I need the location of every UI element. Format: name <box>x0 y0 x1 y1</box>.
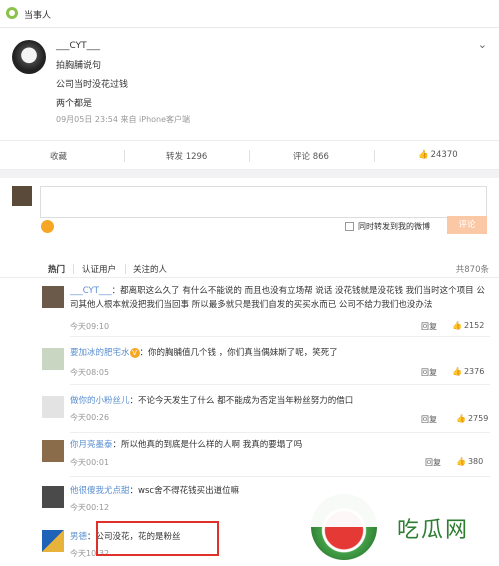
comment-text: 你月亮墨泰：所以他真的到底是什么样的人啊 我真的要塌了吗 <box>70 438 490 452</box>
thumbs-up-icon: 👍 <box>452 367 462 376</box>
comment-body: ：wsc舍不得花钱买出道位嘛 <box>129 486 240 496</box>
divider <box>70 384 490 385</box>
commenter-name[interactable]: ___CYT___ <box>70 286 112 296</box>
comment-time: 今天00:12 <box>70 503 110 512</box>
comment-text: ___CYT___：都离职这么久了 有什么不能说的 而且也没有立场帮 说话 没花… <box>70 284 490 312</box>
thumbs-up-icon: 👍 <box>456 457 466 466</box>
chevron-down-icon[interactable]: ⌄ <box>478 38 487 51</box>
comment-button[interactable]: 评论 866 <box>293 150 329 162</box>
topbar-label: 当事人 <box>24 11 52 21</box>
like-button[interactable]: 👍 2376 <box>452 367 484 376</box>
comment-text: 要加冰的肥宅水 V ：你的胸脯值几个钱 ，你们真当偶妹斯了呢，笑死了 <box>70 346 490 360</box>
comment-text: 做你的小粉丝儿：不论今天发生了什么 都不能成为否定当年粉丝努力的借口 <box>70 394 490 408</box>
watermark-text: 吃瓜网 <box>397 518 470 543</box>
comment-body: ：都离职这么久了 有什么不能说的 而且也没有立场帮 说话 没花钱就是没花钱 我们… <box>70 286 485 310</box>
reply-button[interactable]: 回复 <box>425 457 441 468</box>
weibo-post: ___CYT___ ⌄ 拍胸脯说句 公司当时没花过钱 两个都是 09月05日 2… <box>0 28 499 140</box>
highlight-box <box>96 521 219 556</box>
post-meta: 09月05日 23:54 来自 iPhone客户端 <box>56 115 191 124</box>
divider <box>73 264 74 274</box>
reply-button[interactable]: 回复 <box>421 367 437 378</box>
comment-composer: 同时转发到我的微博 评论 <box>0 178 499 248</box>
tab-verified[interactable]: 认证用户 <box>82 263 116 275</box>
reply-button[interactable]: 回复 <box>421 321 437 332</box>
commenter-avatar[interactable] <box>42 440 64 462</box>
emoji-icon[interactable] <box>41 220 54 233</box>
like-count: 2759 <box>467 414 489 423</box>
section-gap <box>0 170 499 178</box>
like-button[interactable]: 👍 380 <box>456 457 483 466</box>
collect-button[interactable]: 收藏 <box>50 150 67 162</box>
comment-body: ：所以他真的到底是什么样的人啊 我真的要塌了吗 <box>112 440 303 450</box>
like-count: 380 <box>467 457 484 466</box>
comment-body: ：你的胸脯值几个钱 ，你们真当偶妹斯了呢，笑死了 <box>139 348 338 358</box>
comment-item: 做你的小粉丝儿：不论今天发生了什么 都不能成为否定当年粉丝努力的借口 今天00:… <box>0 394 499 434</box>
post-line-2: 公司当时没花过钱 <box>56 80 129 90</box>
comment-item: 要加冰的肥宅水 V ：你的胸脯值几个钱 ，你们真当偶妹斯了呢，笑死了 今天08:05… <box>0 346 499 386</box>
commenter-avatar[interactable] <box>42 348 64 370</box>
submit-comment-button[interactable]: 评论 <box>447 216 487 234</box>
thumbs-up-icon: 👍 <box>456 414 466 423</box>
commenter-avatar[interactable] <box>42 286 64 308</box>
comment-total: 共870条 <box>455 265 489 275</box>
my-avatar <box>12 186 32 206</box>
divider <box>249 150 250 162</box>
repost-button[interactable]: 转发 1296 <box>166 150 207 162</box>
topbar: 当事人 <box>0 0 499 28</box>
commenter-name[interactable]: 他很傻我尤点甜 <box>70 486 130 496</box>
comment-item: ___CYT___：都离职这么久了 有什么不能说的 而且也没有立场帮 说话 没花… <box>0 284 499 340</box>
watermelon-icon <box>311 494 377 560</box>
repost-checkbox[interactable] <box>345 222 354 231</box>
thumbs-up-icon: 👍 <box>452 321 462 330</box>
like-count: 2376 <box>463 367 485 376</box>
location-icon <box>6 7 18 19</box>
like-button[interactable]: 👍 2759 <box>456 414 488 423</box>
thumbs-up-icon: 👍 <box>418 150 429 160</box>
comment-time: 今天08:05 <box>70 368 110 377</box>
avatar[interactable] <box>12 40 46 74</box>
reply-button[interactable]: 回复 <box>421 414 437 425</box>
verified-badge-icon: V <box>129 347 140 358</box>
divider <box>70 476 490 477</box>
comment-time: 今天09:10 <box>70 322 110 331</box>
comment-time: 今天00:26 <box>70 413 110 422</box>
divider <box>124 150 125 162</box>
commenter-avatar[interactable] <box>42 530 64 552</box>
divider <box>125 264 126 274</box>
repost-checkbox-label: 同时转发到我的微博 <box>358 222 430 231</box>
like-count: 2152 <box>463 321 485 330</box>
like-button[interactable]: 👍 24370 <box>418 150 458 160</box>
post-line-1: 拍胸脯说句 <box>56 61 102 71</box>
divider <box>374 150 375 162</box>
divider <box>70 432 490 433</box>
comment-body: ：不论今天发生了什么 都不能成为否定当年粉丝努力的借口 <box>129 396 354 406</box>
watermark-logo: 吃瓜网 <box>299 490 499 566</box>
comment-time: 今天00:01 <box>70 458 110 467</box>
commenter-name[interactable]: 男德 <box>70 532 87 542</box>
post-username[interactable]: ___CYT___ <box>56 41 100 51</box>
divider <box>70 336 490 337</box>
comment-tabs: 热门 认证用户 关注的人 共870条 <box>0 258 499 278</box>
post-line-3: 两个都是 <box>56 99 93 109</box>
comment-input[interactable] <box>40 186 487 218</box>
tab-hot[interactable]: 热门 <box>48 263 65 275</box>
comment-item: 你月亮墨泰：所以他真的到底是什么样的人啊 我真的要塌了吗 今天00:01 回复 … <box>0 438 499 478</box>
action-bar: 收藏 转发 1296 评论 866 👍 24370 <box>0 140 499 170</box>
commenter-name[interactable]: 做你的小粉丝儿 <box>70 396 130 406</box>
commenter-avatar[interactable] <box>42 396 64 418</box>
like-button[interactable]: 👍 2152 <box>452 321 484 330</box>
like-count: 24370 <box>430 150 458 160</box>
commenter-name[interactable]: 要加冰的肥宅水 <box>70 348 130 358</box>
tab-following[interactable]: 关注的人 <box>133 263 167 275</box>
commenter-name[interactable]: 你月亮墨泰 <box>70 440 113 450</box>
commenter-avatar[interactable] <box>42 486 64 508</box>
